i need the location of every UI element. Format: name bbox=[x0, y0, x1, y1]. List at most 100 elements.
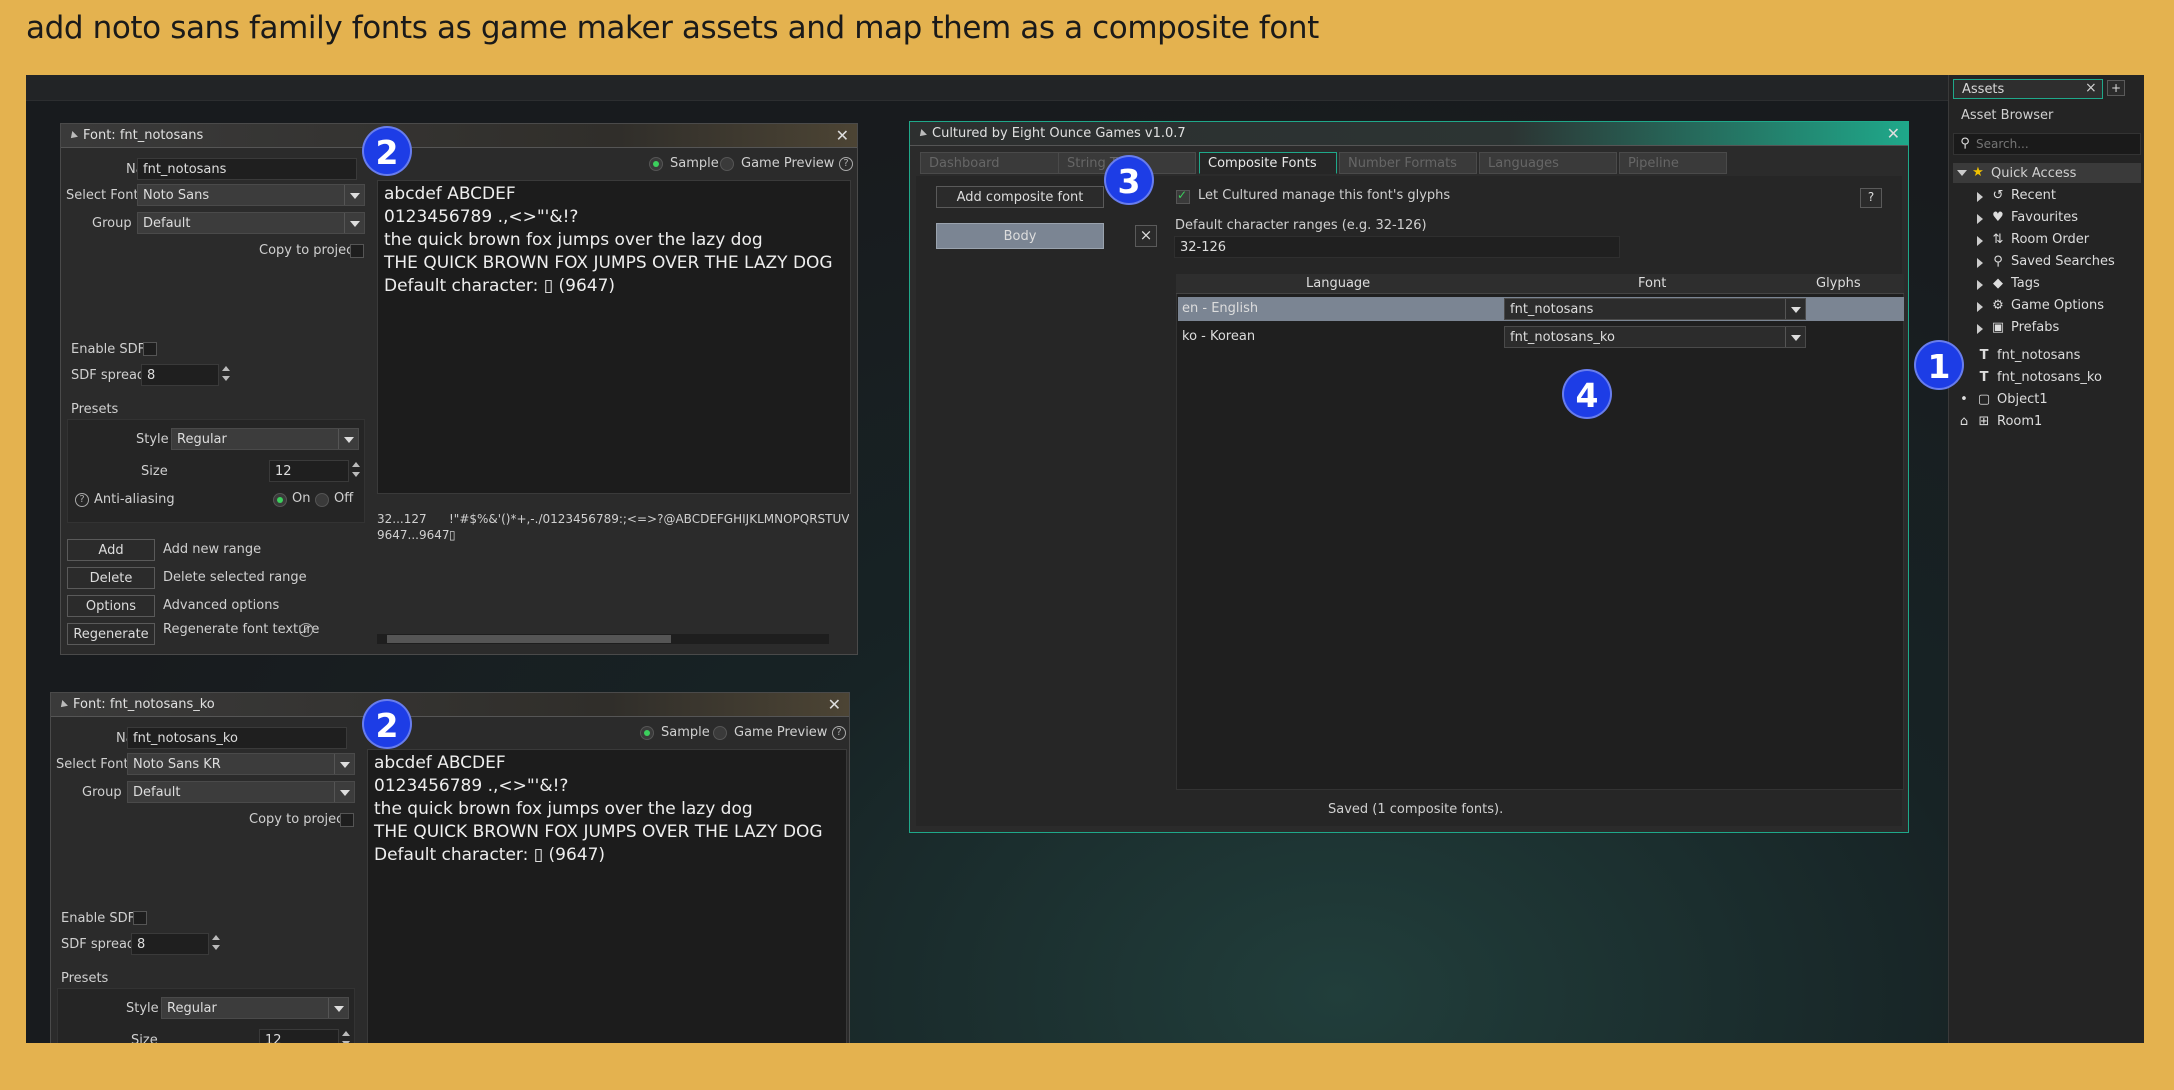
size-stepper[interactable] bbox=[351, 461, 361, 481]
style-dropdown[interactable]: Regular bbox=[171, 428, 359, 450]
table-row-language[interactable]: ko - Korean bbox=[1178, 325, 1500, 349]
asset-fnt-notosans-ko[interactable]: Tfnt_notosans_ko bbox=[1957, 369, 2137, 389]
copy-label: Copy to project bbox=[259, 243, 359, 258]
collapse-icon[interactable] bbox=[917, 129, 927, 139]
sdf-spread-stepper[interactable] bbox=[221, 365, 231, 385]
close-icon[interactable]: ✕ bbox=[828, 695, 841, 714]
tab-languages[interactable]: Languages bbox=[1479, 152, 1617, 174]
enable-sdf-checkbox[interactable] bbox=[143, 342, 157, 356]
sample-radio[interactable] bbox=[649, 157, 663, 171]
group-value: Default bbox=[143, 216, 191, 231]
game-preview-radio[interactable] bbox=[713, 726, 727, 740]
aa-off-radio[interactable] bbox=[315, 493, 329, 507]
tab-number-formats[interactable]: Number Formats bbox=[1339, 152, 1477, 174]
preview-line: 0123456789 .,<>"'&!? bbox=[384, 207, 579, 227]
tree-item-label: Favourites bbox=[2011, 210, 2078, 225]
group-dropdown[interactable]: Default bbox=[127, 781, 355, 803]
asset-fnt-notosans[interactable]: Tfnt_notosans bbox=[1957, 347, 2137, 367]
search-icon: ⚲ bbox=[1960, 136, 1970, 151]
add-composite-font-button[interactable]: Add composite font bbox=[936, 186, 1104, 208]
name-field[interactable]: fnt_notosans_ko bbox=[127, 727, 347, 749]
scrollbar-track[interactable] bbox=[377, 634, 829, 644]
ranges-field[interactable]: 32-126 bbox=[1174, 236, 1620, 258]
tab-pipeline[interactable]: Pipeline bbox=[1619, 152, 1727, 174]
column-glyphs[interactable]: Glyphs bbox=[1816, 276, 1861, 291]
window-titlebar[interactable]: Cultured by Eight Ounce Games v1.0.7 ✕ bbox=[910, 122, 1908, 146]
size-stepper[interactable] bbox=[341, 1030, 351, 1043]
close-icon[interactable]: × bbox=[2085, 80, 2097, 96]
group-dropdown[interactable]: Default bbox=[137, 212, 365, 234]
range-2[interactable]: 9647...9647 bbox=[377, 528, 450, 542]
tree-item-favourites[interactable]: ♥ Favourites bbox=[1977, 209, 2137, 229]
delete-range-button[interactable]: Delete bbox=[67, 567, 155, 589]
help-button[interactable]: ? bbox=[1860, 188, 1882, 208]
step-badge-2: 2 bbox=[362, 126, 412, 176]
language-table bbox=[1176, 274, 1904, 790]
aa-on-radio[interactable] bbox=[273, 493, 287, 507]
asset-label: fnt_notosans_ko bbox=[1997, 370, 2102, 385]
tab-assets[interactable]: Assets bbox=[1953, 79, 2103, 99]
asset-object1[interactable]: • ▢ Object1 bbox=[1957, 391, 2137, 411]
help-icon[interactable]: ? bbox=[75, 493, 89, 507]
style-dropdown[interactable]: Regular bbox=[161, 997, 349, 1019]
chevron-down-icon bbox=[328, 998, 348, 1018]
copy-checkbox[interactable] bbox=[340, 813, 354, 827]
sdf-spread-stepper[interactable] bbox=[211, 934, 221, 954]
game-preview-radio[interactable] bbox=[720, 157, 734, 171]
tab-dashboard[interactable]: Dashboard bbox=[920, 152, 1060, 174]
add-range-button[interactable]: Add bbox=[67, 539, 155, 561]
options-button[interactable]: Options bbox=[67, 595, 155, 617]
tab-assets-label: Assets bbox=[1962, 82, 2005, 97]
help-icon[interactable]: ? bbox=[839, 157, 853, 171]
help-icon[interactable]: ? bbox=[832, 726, 846, 740]
preview-line: THE QUICK BROWN FOX JUMPS OVER THE LAZY … bbox=[374, 822, 823, 842]
style-label: Style bbox=[126, 1001, 159, 1016]
tree-item-recent[interactable]: ↺ Recent bbox=[1977, 187, 2137, 207]
window-titlebar[interactable]: Font: fnt_notosans_ko ✕ bbox=[51, 693, 849, 717]
column-font[interactable]: Font bbox=[1638, 276, 1666, 291]
table-row-language[interactable]: en - English bbox=[1178, 297, 1500, 321]
chevron-down-icon[interactable] bbox=[1957, 170, 1967, 176]
tree-item-saved-searches[interactable]: ⚲ Saved Searches bbox=[1977, 253, 2137, 273]
search-box[interactable]: ⚲ bbox=[1953, 133, 2141, 155]
column-language[interactable]: Language bbox=[1306, 276, 1370, 291]
window-titlebar[interactable]: Font: fnt_notosans ✕ bbox=[61, 124, 857, 148]
tree-item-game-options[interactable]: ⚙ Game Options bbox=[1977, 297, 2137, 317]
composite-font-body[interactable]: Body bbox=[936, 223, 1104, 249]
scrollbar-thumb[interactable] bbox=[387, 635, 671, 643]
manage-glyphs-label: Let Cultured manage this font's glyphs bbox=[1198, 188, 1451, 203]
sample-radio[interactable] bbox=[640, 726, 654, 740]
tree-item-room-order[interactable]: ⇅ Room Order bbox=[1977, 231, 2137, 251]
sdf-spread-field[interactable]: 8 bbox=[131, 933, 209, 955]
collapse-icon[interactable] bbox=[58, 700, 68, 710]
tag-icon: ◆ bbox=[1993, 276, 2003, 291]
tab-composite-fonts[interactable]: Composite Fonts bbox=[1199, 152, 1337, 174]
font-dropdown-english[interactable]: fnt_notosans bbox=[1504, 298, 1806, 320]
help-icon[interactable]: ? bbox=[299, 623, 313, 637]
name-field[interactable]: fnt_notosans bbox=[137, 158, 357, 180]
select-font-dropdown[interactable]: Noto Sans bbox=[137, 184, 365, 206]
size-field[interactable]: 12 bbox=[259, 1029, 339, 1043]
regenerate-button[interactable]: Regenerate bbox=[67, 623, 155, 645]
asset-room1[interactable]: ⌂ ⊞ Room1 bbox=[1957, 413, 2137, 433]
tree-item-label: Recent bbox=[2011, 188, 2056, 203]
enable-sdf-checkbox[interactable] bbox=[133, 911, 147, 925]
add-tab-button[interactable]: + bbox=[2107, 80, 2125, 96]
size-field[interactable]: 12 bbox=[269, 460, 349, 482]
copy-checkbox[interactable] bbox=[350, 244, 364, 258]
font-dropdown-korean[interactable]: fnt_notosans_ko bbox=[1504, 326, 1806, 348]
select-font-dropdown[interactable]: Noto Sans KR bbox=[127, 753, 355, 775]
tree-item-tags[interactable]: ◆ Tags bbox=[1977, 275, 2137, 295]
range-1-chars: !"#$%&'()*+,-./0123456789:;<=>?@ABCDEFGH… bbox=[449, 512, 849, 526]
sdf-spread-field[interactable]: 8 bbox=[141, 364, 219, 386]
close-icon[interactable]: ✕ bbox=[1887, 124, 1900, 143]
remove-composite-button[interactable]: × bbox=[1135, 225, 1157, 247]
tree-item-prefabs[interactable]: ▣ Prefabs bbox=[1977, 319, 2137, 339]
search-input[interactable] bbox=[1976, 136, 2136, 152]
collapse-icon[interactable] bbox=[68, 131, 78, 141]
close-icon[interactable]: ✕ bbox=[836, 126, 849, 145]
sample-preview: abcdef ABCDEF 0123456789 .,<>"'&!? the q… bbox=[377, 180, 851, 494]
font-window-notosans: Font: fnt_notosans ✕ Name fnt_notosans S… bbox=[60, 123, 858, 655]
font-value: fnt_notosans_ko bbox=[1510, 330, 1615, 345]
range-1[interactable]: 32...127 bbox=[377, 512, 427, 526]
